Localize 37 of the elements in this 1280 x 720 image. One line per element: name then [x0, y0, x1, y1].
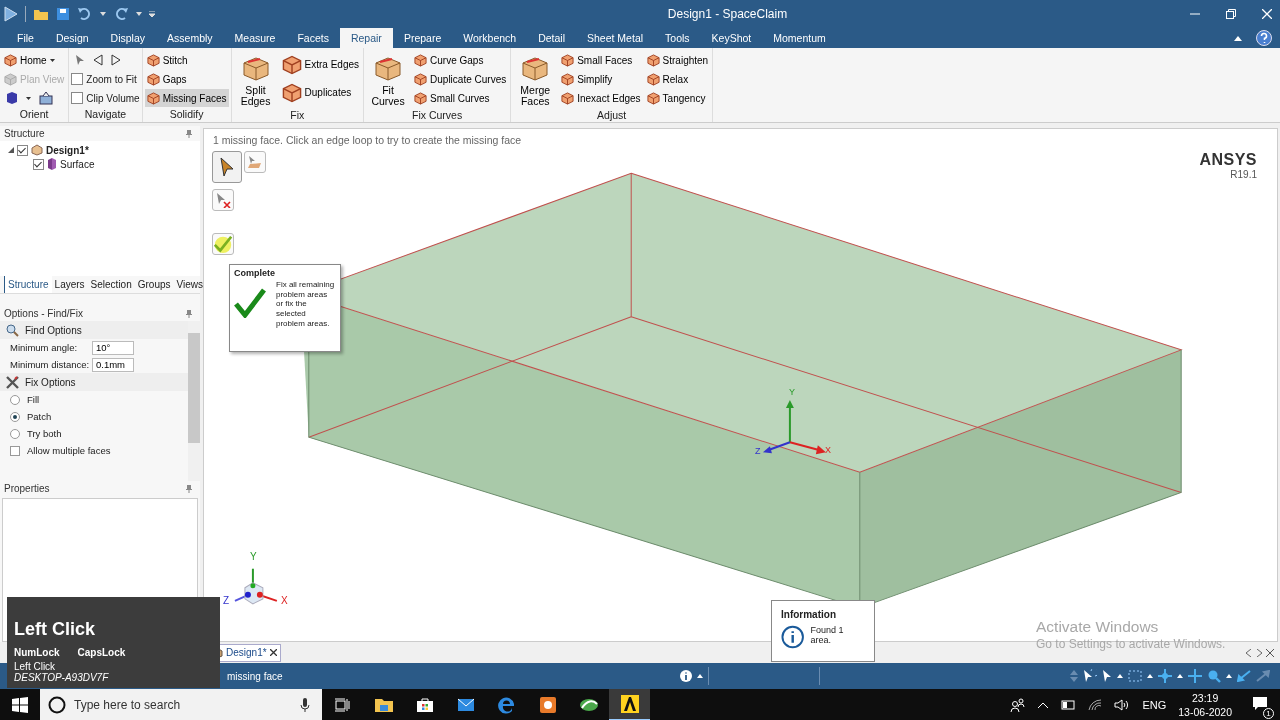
- key-history: Left Click: [14, 661, 57, 672]
- group-label: Adjust: [596, 109, 628, 122]
- panel-title: Properties: [4, 483, 50, 494]
- field-label: Minimum distance:: [10, 359, 91, 370]
- axis-label: Z: [755, 446, 761, 456]
- axis-label: X: [825, 445, 831, 455]
- group-label: Fix: [289, 109, 306, 122]
- axis-label: Y: [250, 551, 257, 562]
- window-title: Design1 - SpaceClaim: [666, 7, 789, 21]
- host-name: DESKTOP-A93DV7F: [14, 672, 110, 683]
- tooltip-text: Fix all remaining problem areas or fix the selected problem areas.: [276, 280, 336, 329]
- group-label: Navigate: [83, 108, 128, 122]
- key-label: CapsLock: [77, 647, 126, 658]
- key-action: Left Click: [14, 619, 97, 640]
- panel-title: Options - Find/Fix: [4, 308, 83, 319]
- option-label: Try both: [27, 428, 62, 439]
- key-label: NumLock: [14, 647, 60, 658]
- group-label: Orient: [18, 108, 50, 122]
- option-label: Fill: [27, 394, 40, 405]
- option-label: Allow multiple faces: [27, 445, 111, 456]
- axis-label: Z: [223, 595, 230, 606]
- axis-label: X: [281, 595, 288, 606]
- status-text: missing face: [227, 670, 283, 682]
- popup-title: Information: [781, 609, 837, 620]
- tooltip-title: Complete: [234, 268, 276, 278]
- logo-text: ANSYS: [1199, 151, 1257, 169]
- axis-label: Y: [789, 387, 795, 397]
- notification-count: 1: [1263, 708, 1274, 719]
- panel-title: Structure: [4, 128, 45, 139]
- field-label: Minimum angle:: [10, 342, 79, 353]
- option-label: Patch: [27, 411, 52, 422]
- viewport-hint: 1 missing face. Click an edge loop to try to create the missing face: [213, 134, 522, 146]
- activation-title: Activate Windows: [1036, 618, 1160, 636]
- group-label: Fix Curves: [411, 109, 464, 122]
- group-label: Solidify: [168, 108, 205, 122]
- popup-text: Found 1 area.: [810, 625, 845, 645]
- version-text: R19.1: [1230, 169, 1257, 180]
